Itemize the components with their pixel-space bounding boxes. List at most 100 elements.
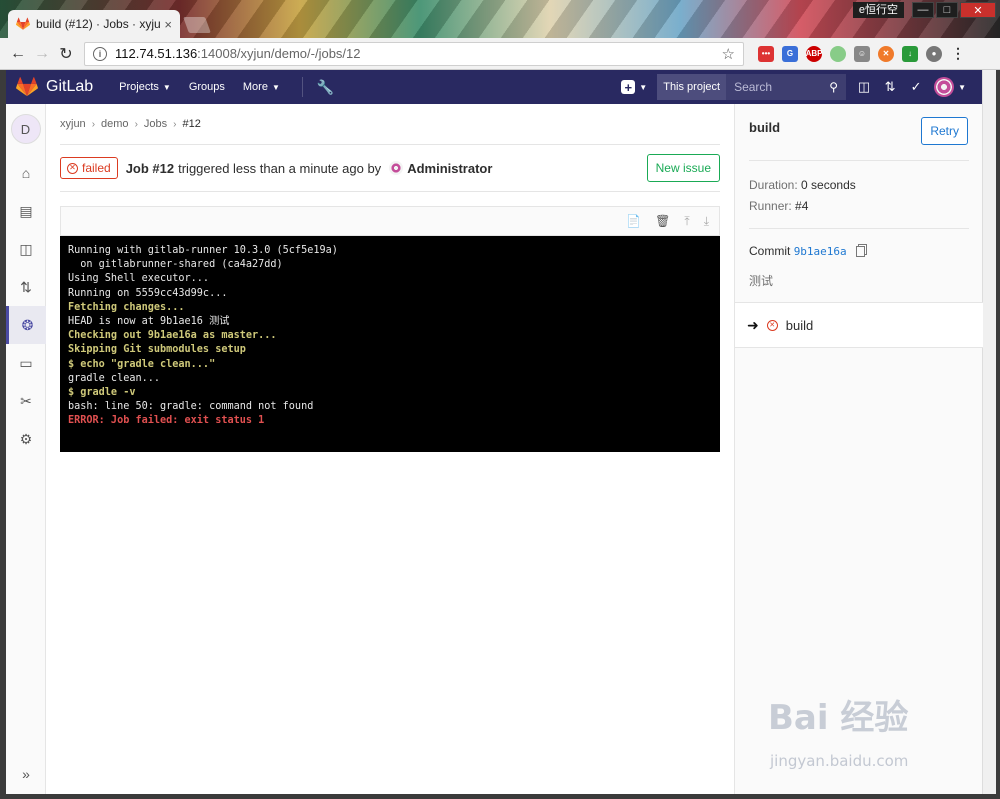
- collapse-sidebar-icon[interactable]: »: [6, 766, 46, 782]
- tab-close-icon[interactable]: ×: [164, 17, 172, 32]
- chevron-right-icon: ›: [173, 118, 177, 130]
- commit-sha-link[interactable]: 9b1ae16a: [794, 245, 847, 258]
- nav-projects-label: Projects: [119, 81, 159, 93]
- job-summary: Job #12 triggered less than a minute ago…: [126, 161, 493, 176]
- extension-face-icon[interactable]: ☺: [854, 45, 870, 62]
- chevron-right-icon: ›: [91, 118, 96, 130]
- page-scrollbar[interactable]: [982, 70, 1000, 799]
- erase-trash-icon[interactable]: 🗑: [655, 214, 670, 228]
- breadcrumb-current[interactable]: #12: [183, 118, 201, 130]
- merge-requests-icon[interactable]: ⇅: [882, 79, 898, 95]
- new-dropdown[interactable]: + ▼: [621, 80, 647, 94]
- status-badge[interactable]: ✕ failed: [60, 157, 118, 179]
- site-info-icon[interactable]: i: [93, 46, 107, 61]
- user-menu[interactable]: ▼: [934, 77, 966, 97]
- window-controls: e恒行空 — □ ✕: [852, 2, 996, 18]
- new-issue-button[interactable]: New issue: [646, 154, 720, 182]
- duration-value: 0 seconds: [801, 178, 856, 192]
- browser-toolbar: ← → ↻ i 112.74.51.136 :14008/xyjun/demo/…: [0, 38, 1000, 70]
- sidebar-item-ci-cd[interactable]: ❂: [6, 306, 46, 344]
- profile-user-label[interactable]: e恒行空: [852, 2, 904, 18]
- rocket-icon: ❂: [21, 316, 34, 333]
- baidu-watermark-url: jingyan.baidu.com: [770, 752, 909, 770]
- window-title-bar: build (#12) · Jobs · xyju × e恒行空 — □ ✕: [0, 0, 1000, 38]
- log-line: $ echo "gradle clean...": [68, 358, 216, 370]
- gear-icon: ⚙: [19, 430, 33, 447]
- job-header: ✕ failed Job #12 triggered less than a m…: [60, 144, 720, 192]
- plus-square-icon: +: [621, 80, 636, 94]
- sidebar-toggle-icon[interactable]: ◫: [856, 79, 872, 95]
- log-line: on gitlabrunner-shared (ca4a27dd): [68, 259, 283, 271]
- job-user-link[interactable]: Administrator: [407, 161, 492, 176]
- forward-arrow-icon[interactable]: →: [30, 42, 54, 66]
- commit-row: Commit 9b1ae16a: [749, 244, 866, 258]
- nav-more[interactable]: More ▼: [243, 81, 280, 93]
- sidebar-item-wiki[interactable]: ▭: [6, 344, 46, 382]
- search-form: This project Search ⚲: [657, 74, 847, 100]
- minimize-icon[interactable]: —: [912, 2, 934, 18]
- chevron-down-icon: ▼: [271, 82, 280, 92]
- header-right: + ▼ This project Search ⚲ ◫ ⇅ ✓ ▼: [621, 74, 966, 100]
- retry-button[interactable]: Retry: [921, 117, 968, 145]
- gitlab-tanuki-icon: [16, 77, 38, 97]
- breadcrumb-item[interactable]: demo: [101, 118, 129, 130]
- browser-tab[interactable]: build (#12) · Jobs · xyju ×: [8, 10, 180, 38]
- adblock-extension-icon[interactable]: ABP: [806, 45, 822, 62]
- home-icon: ⌂: [21, 165, 31, 181]
- extension-download-icon[interactable]: ↓: [902, 45, 918, 62]
- extension-green-circle-icon[interactable]: [830, 45, 846, 62]
- gitlab-header: GitLab Projects ▼ Groups More ▼ 🔧 + ▼ This…: [6, 70, 982, 104]
- copy-icon[interactable]: [856, 246, 866, 258]
- log-line: gradle clean...: [68, 372, 161, 384]
- sidebar-item-overview[interactable]: ⌂: [6, 154, 46, 192]
- log-line: Running with gitlab-runner 10.3.0 (5cf5e…: [68, 245, 338, 256]
- extension-orange-icon[interactable]: ✕: [878, 45, 894, 62]
- todos-check-icon[interactable]: ✓: [908, 79, 924, 95]
- breadcrumb-item[interactable]: Jobs: [144, 118, 167, 130]
- log-line: Using Shell executor...: [68, 273, 210, 285]
- commit-message: 测试: [749, 274, 774, 288]
- sidebar-item-issues[interactable]: ◫: [6, 230, 46, 268]
- divider: [749, 228, 969, 229]
- log-line: bash: line 50: gradle: command not found: [68, 401, 314, 413]
- gitlab-logo[interactable]: GitLab: [16, 77, 93, 97]
- breadcrumb: xyjun › demo › Jobs › #12: [60, 118, 201, 130]
- document-icon: ▤: [19, 202, 33, 219]
- back-arrow-icon[interactable]: ←: [6, 42, 30, 66]
- sidebar-item-repository[interactable]: ▤: [6, 192, 46, 230]
- raw-log-icon[interactable]: 📄: [626, 214, 641, 228]
- stage-job-row[interactable]: ➜ ✕ build: [735, 302, 983, 348]
- sidebar-item-merge-requests[interactable]: ⇅: [6, 268, 46, 306]
- bookmark-star-icon[interactable]: ☆: [722, 45, 735, 63]
- stage-job-name: build: [785, 317, 814, 333]
- extension-gray-icon[interactable]: ●: [926, 45, 942, 62]
- search-placeholder: Search: [734, 80, 773, 94]
- nav-groups[interactable]: Groups: [189, 81, 225, 93]
- maximize-icon[interactable]: □: [936, 2, 958, 18]
- scroll-bottom-icon[interactable]: ⤓: [704, 214, 709, 229]
- job-name: build: [749, 120, 781, 135]
- close-window-icon[interactable]: ✕: [960, 2, 996, 18]
- nav-projects[interactable]: Projects ▼: [119, 81, 171, 93]
- sidebar-item-settings[interactable]: ⚙: [6, 420, 46, 458]
- admin-wrench-icon[interactable]: 🔧: [301, 77, 334, 97]
- scroll-top-icon[interactable]: ⤒: [684, 214, 689, 229]
- reload-icon[interactable]: ↻: [54, 42, 78, 66]
- log-line: Skipping Git submodules setup: [68, 344, 246, 356]
- failed-status-icon: ✕: [67, 162, 78, 174]
- address-bar[interactable]: i 112.74.51.136 :14008/xyjun/demo/-/jobs…: [84, 41, 744, 66]
- extension-red-icon[interactable]: •••: [758, 45, 774, 62]
- sidebar-item-snippets[interactable]: ✂: [6, 382, 46, 420]
- duration-row: Duration: 0 seconds: [749, 178, 856, 192]
- search-scope-badge[interactable]: This project: [657, 74, 727, 100]
- log-line: Checking out 9b1ae16a as master...: [68, 330, 277, 342]
- runner-value: #4: [795, 199, 809, 213]
- translate-extension-icon[interactable]: G: [782, 45, 798, 62]
- log-line: HEAD is now at 9b1ae16 测试: [68, 316, 230, 328]
- merge-request-icon: ⇅: [20, 278, 32, 295]
- search-input[interactable]: Search ⚲: [726, 74, 847, 100]
- avatar: [389, 161, 404, 175]
- project-avatar[interactable]: D: [10, 114, 41, 144]
- breadcrumb-item[interactable]: xyjun: [60, 118, 86, 130]
- browser-menu-icon[interactable]: ⋮: [950, 45, 966, 62]
